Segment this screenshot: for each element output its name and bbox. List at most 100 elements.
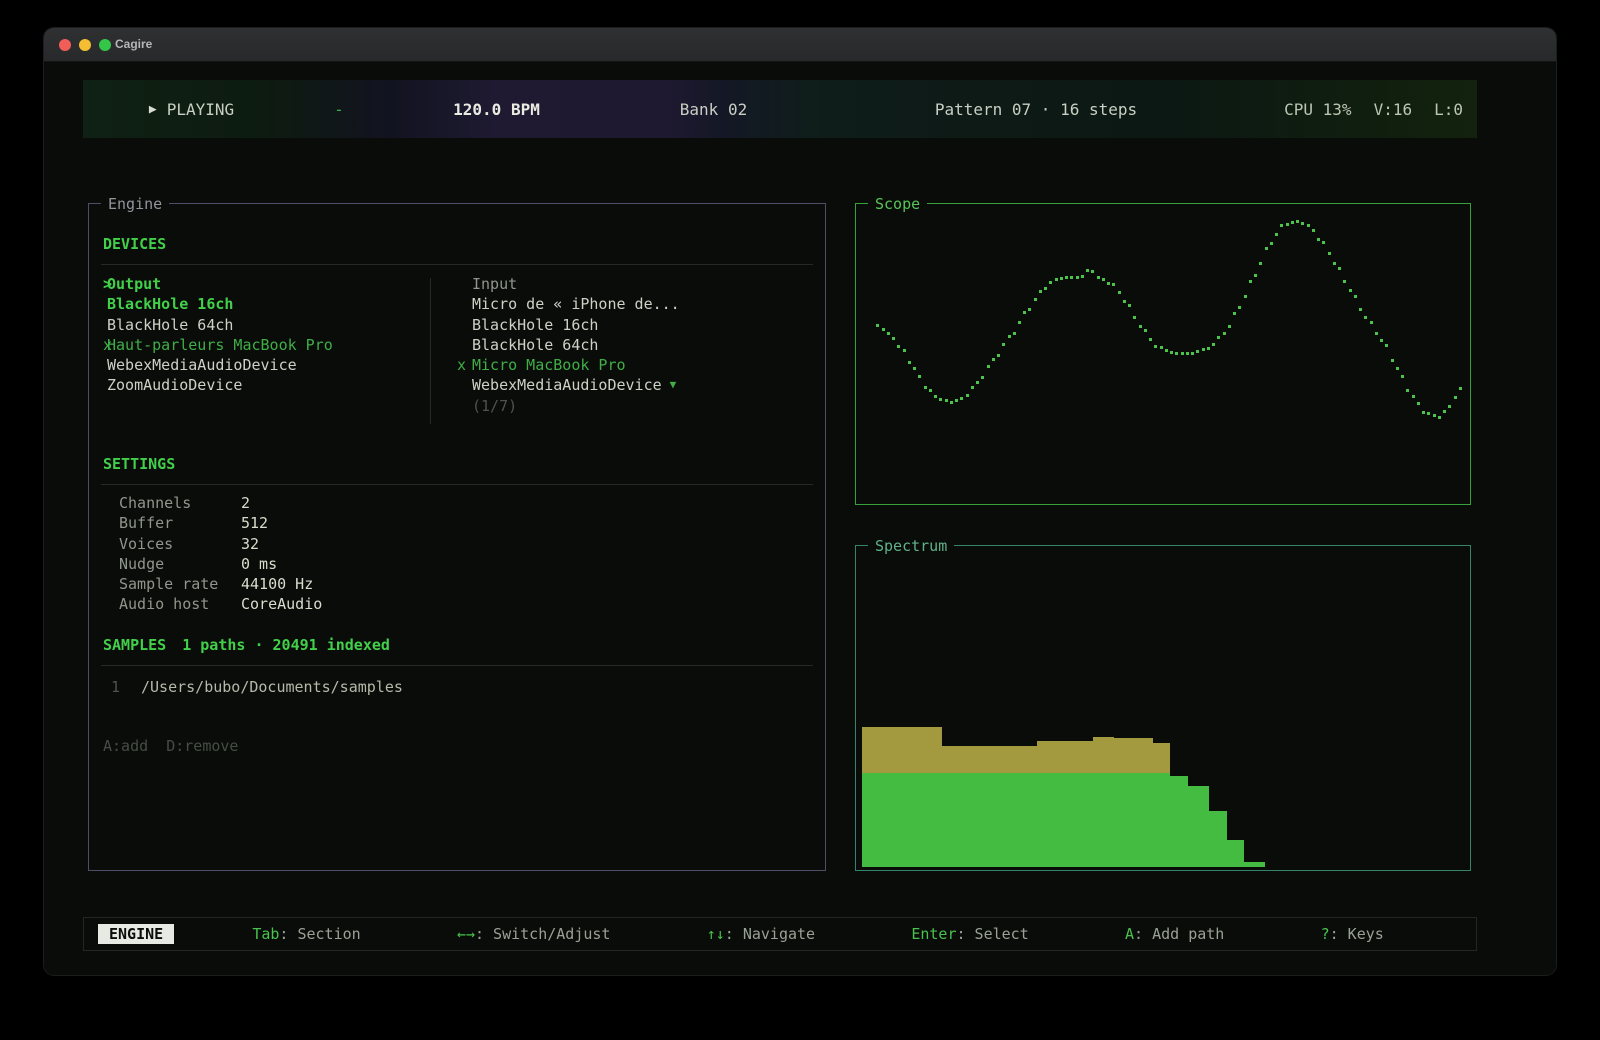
- setting-row[interactable]: Buffer512: [89, 513, 825, 533]
- section-divider: [101, 264, 813, 265]
- setting-value[interactable]: 44100 Hz: [241, 574, 313, 594]
- spectrum-level-segment: [1208, 811, 1226, 867]
- input-device-row[interactable]: Micro de « iPhone de...: [457, 294, 680, 314]
- setting-label: Audio host: [119, 594, 241, 614]
- output-device-row[interactable]: BlackHole 64ch: [89, 315, 430, 335]
- desktop-background: Cagire ▶ PLAYING - 120.0 BPM Bank 02 Pat…: [0, 0, 1600, 1040]
- device-label: Micro de « iPhone de...: [472, 294, 680, 314]
- samples-section-title: SAMPLES: [103, 636, 166, 654]
- output-device-row[interactable]: WebexMediaAudioDevice: [89, 355, 430, 375]
- output-device-row[interactable]: ZoomAudioDevice: [89, 375, 430, 395]
- settings-list: Channels2Buffer512Voices32Nudge0 msSampl…: [89, 493, 825, 615]
- shortcut-hint: ←→: Switch/Adjust: [457, 925, 611, 943]
- shortcut-key: ←→: [457, 925, 475, 943]
- transport-label: PLAYING: [167, 100, 234, 119]
- setting-value[interactable]: 0 ms: [241, 554, 277, 574]
- input-device-row[interactable]: (1/7): [457, 396, 680, 416]
- device-label: Output: [107, 274, 161, 294]
- minimize-button[interactable]: [79, 39, 91, 51]
- device-label: WebexMediaAudioDevice: [107, 355, 297, 375]
- shortcut-hint: Tab: Section: [252, 925, 360, 943]
- device-label: ZoomAudioDevice: [107, 375, 242, 395]
- output-device-list: >OutputBlackHole 16chBlackHole 64chxHaut…: [89, 274, 430, 424]
- status-keybar: ENGINE Tab: Section←→: Switch/Adjust↑↓: …: [83, 917, 1477, 951]
- active-mark-icon: x: [457, 355, 472, 375]
- output-device-row[interactable]: >Output: [89, 274, 430, 294]
- bank-display: Bank 02: [615, 80, 812, 138]
- device-label: BlackHole 16ch: [472, 315, 598, 335]
- scope-panel: Scope: [855, 203, 1471, 505]
- dropdown-icon[interactable]: ▼: [670, 375, 677, 395]
- spectrum-level-segment: [941, 773, 1037, 867]
- output-device-row[interactable]: xHaut-parleurs MacBook Pro: [89, 335, 430, 355]
- traffic-lights: [59, 39, 111, 51]
- spectrum-level-segment: [1170, 776, 1188, 867]
- spectrum-level-segment: [1226, 840, 1244, 867]
- transport-status: ▶ PLAYING: [83, 80, 300, 138]
- bpm-display: 120.0 BPM: [378, 80, 615, 138]
- input-device-row[interactable]: Input: [457, 274, 680, 294]
- path-index: 1: [111, 677, 141, 697]
- pattern-display: Pattern 07 · 16 steps: [812, 80, 1260, 138]
- setting-value[interactable]: 2: [241, 493, 250, 513]
- samples-keys-hint: A:add D:remove: [89, 737, 825, 755]
- shortcut-desc: : Switch/Adjust: [475, 925, 610, 943]
- spectrum-peak-segment: [1114, 738, 1153, 773]
- setting-value[interactable]: 32: [241, 534, 259, 554]
- input-device-row[interactable]: xMicro MacBook Pro: [457, 355, 680, 375]
- setting-label: Channels: [119, 493, 241, 513]
- setting-row[interactable]: Channels2: [89, 493, 825, 513]
- shortcut-hint: ?: Keys: [1321, 925, 1384, 943]
- shortcut-hint: A: Add path: [1125, 925, 1224, 943]
- app-content: ▶ PLAYING - 120.0 BPM Bank 02 Pattern 07…: [44, 63, 1556, 975]
- device-label: (1/7): [472, 396, 517, 416]
- cpu-stat: CPU 13%: [1284, 100, 1351, 119]
- device-label: Input: [472, 274, 517, 294]
- play-icon: ▶: [149, 102, 157, 117]
- setting-row[interactable]: Voices32: [89, 534, 825, 554]
- spectrum-level-segment: [1188, 786, 1209, 867]
- setting-row[interactable]: Nudge0 ms: [89, 554, 825, 574]
- active-mark-icon: x: [89, 335, 107, 355]
- setting-label: Nudge: [119, 554, 241, 574]
- shortcut-key: Tab: [252, 925, 279, 943]
- setting-row[interactable]: Sample rate44100 Hz: [89, 574, 825, 594]
- device-label: WebexMediaAudioDevice: [472, 375, 662, 395]
- zoom-button[interactable]: [99, 39, 111, 51]
- setting-label: Sample rate: [119, 574, 241, 594]
- app-window: Cagire ▶ PLAYING - 120.0 BPM Bank 02 Pat…: [44, 28, 1556, 975]
- spectrum-peak-segment: [941, 746, 1037, 773]
- shortcut-key: ?: [1321, 925, 1330, 943]
- shortcut-desc: : Navigate: [725, 925, 815, 943]
- input-device-row[interactable]: BlackHole 64ch: [457, 335, 680, 355]
- input-device-row[interactable]: WebexMediaAudioDevice ▼: [457, 375, 680, 395]
- scope-waveform: [858, 206, 1468, 502]
- device-label: BlackHole 16ch: [107, 294, 233, 314]
- shortcut-key: A: [1125, 925, 1134, 943]
- spectrum-peak-segment: [1152, 743, 1170, 773]
- device-columns: >OutputBlackHole 16chBlackHole 64chxHaut…: [89, 274, 825, 424]
- window-titlebar[interactable]: Cagire: [44, 28, 1556, 62]
- cursor-icon: >: [89, 274, 107, 294]
- close-button[interactable]: [59, 39, 71, 51]
- device-label: Haut-parleurs MacBook Pro: [107, 335, 333, 355]
- device-label: BlackHole 64ch: [107, 315, 233, 335]
- shortcut-desc: : Select: [957, 925, 1029, 943]
- engine-stats: CPU 13% V:16 L:0: [1260, 80, 1477, 138]
- setting-label: Buffer: [119, 513, 241, 533]
- sample-path-row[interactable]: 1/Users/bubo/Documents/samples: [89, 677, 825, 697]
- spectrum-bars: [858, 548, 1468, 868]
- shortcut-desc: : Section: [279, 925, 360, 943]
- setting-value[interactable]: 512: [241, 513, 268, 533]
- setting-label: Voices: [119, 534, 241, 554]
- engine-panel: Engine DEVICES >OutputBlackHole 16chBlac…: [88, 203, 826, 871]
- setting-row[interactable]: Audio hostCoreAudio: [89, 594, 825, 614]
- shortcut-hint: ↑↓: Navigate: [707, 925, 815, 943]
- input-device-row[interactable]: BlackHole 16ch: [457, 315, 680, 335]
- spectrum-peak-segment: [862, 727, 942, 773]
- shortcut-hints: Tab: Section ←→: Switch/Adjust ↑↓: Navigat…: [174, 925, 1462, 943]
- device-label: BlackHole 64ch: [472, 335, 598, 355]
- output-device-row[interactable]: BlackHole 16ch: [89, 294, 430, 314]
- setting-value[interactable]: CoreAudio: [241, 594, 322, 614]
- spectrum-level-segment: [1093, 773, 1114, 867]
